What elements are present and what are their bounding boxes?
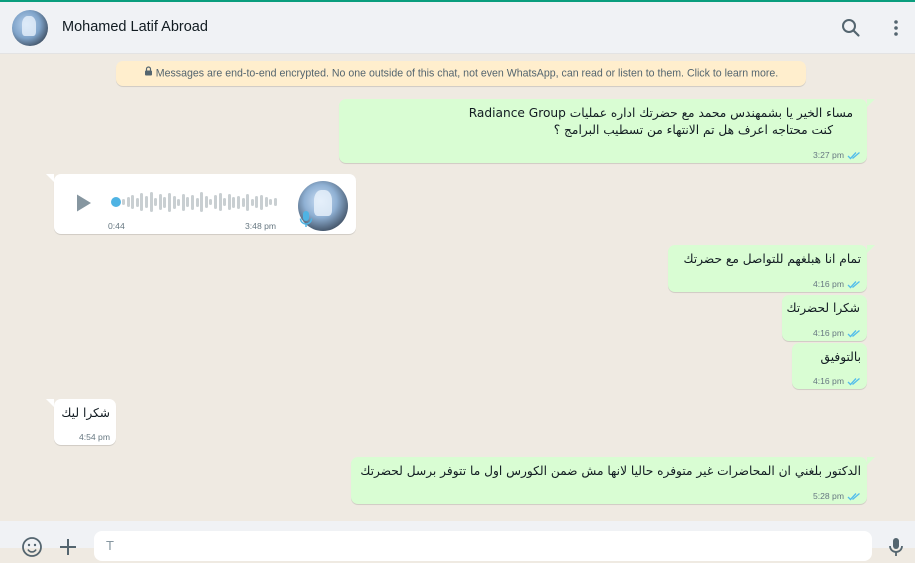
bubble-tail — [46, 399, 54, 407]
mic-icon — [299, 211, 313, 227]
menu-dots-icon[interactable] — [884, 16, 908, 40]
message-text-line: شكرا ليك — [61, 406, 110, 420]
play-icon[interactable] — [72, 192, 94, 214]
message-bubble-outgoing[interactable]: تمام انا هبلغهم للتواصل مع حضرتك 4:16 pm — [668, 245, 867, 292]
mic-icon[interactable] — [884, 535, 908, 559]
waveform-bar — [209, 199, 213, 205]
waveform-bar — [135, 197, 139, 207]
message-meta: 4:16 pm — [813, 328, 861, 338]
waveform-bar — [260, 194, 263, 210]
message-text-line: الدكتور بلغني ان المحاضرات غير متوفره حا… — [360, 464, 861, 478]
waveform-bar — [264, 197, 268, 207]
waveform-bar — [186, 197, 190, 207]
message-time: 4:16 pm — [812, 328, 844, 338]
message-time: 3:27 pm — [812, 150, 844, 160]
bubble-tail — [867, 457, 875, 465]
read-ticks-icon — [847, 377, 860, 385]
waveform-bar — [204, 196, 208, 208]
waveform-bar — [255, 196, 259, 208]
bubble-tail — [867, 99, 875, 107]
message-time: 4:54 pm — [78, 432, 110, 442]
message-text-line: شكرا لحضرتك — [786, 301, 860, 315]
message-meta: 3:27 pm — [813, 150, 861, 160]
waveform-bar — [131, 195, 135, 209]
waveform-bar — [191, 194, 194, 210]
waveform-bar — [149, 192, 153, 212]
message-text-line: تمام انا هبلغهم للتواصل مع حضرتك — [683, 252, 862, 266]
waveform-bar — [195, 197, 199, 207]
waveform-bar — [168, 192, 171, 212]
read-ticks-icon — [847, 329, 860, 337]
search-icon[interactable] — [839, 16, 863, 40]
message-time: 4:16 pm — [812, 279, 844, 289]
message-time: 5:28 pm — [812, 491, 844, 501]
waveform-bar — [250, 198, 254, 206]
message-bubble-outgoing[interactable]: الدكتور بلغني ان المحاضرات غير متوفره حا… — [351, 457, 867, 504]
message-time: 4:16 pm — [812, 376, 844, 386]
waveform-bar — [241, 197, 245, 207]
voice-duration: 0:44 — [108, 221, 125, 231]
waveform-bar — [140, 193, 144, 211]
waveform-bar — [163, 196, 167, 208]
waveform-bar — [126, 197, 130, 207]
read-ticks-icon — [847, 492, 860, 500]
waveform-bar — [158, 194, 162, 210]
waveform-bar — [227, 194, 231, 210]
message-text-line: كنت محتاجه اعرف هل تم الانتهاء من تسطيب … — [553, 123, 833, 137]
waveform-bar — [145, 196, 148, 208]
message-text-line: مساء الخير يا بشمهندس محمد مع حضرتك ادار… — [468, 106, 853, 120]
waveform-bar — [181, 193, 185, 211]
voice-message-bubble[interactable]: 0:44 3:48 pm — [54, 174, 356, 234]
contact-avatar[interactable] — [12, 10, 48, 46]
waveform-bar — [273, 198, 277, 206]
message-bubble-outgoing[interactable]: مساء الخير يا بشمهندس محمد مع حضرتك ادار… — [339, 99, 867, 163]
chat-header: Mohamed Latif Abroad — [0, 2, 915, 54]
waveform-bar — [122, 199, 125, 205]
message-bubble-outgoing[interactable]: شكرا لحضرتك 4:16 pm — [782, 295, 867, 341]
waveform-bar — [223, 198, 227, 206]
voice-waveform[interactable] — [122, 190, 282, 214]
waveform-bar — [237, 195, 240, 209]
message-meta: 4:16 pm — [813, 376, 861, 386]
waveform-bar — [218, 193, 222, 211]
waveform-bar — [154, 198, 158, 206]
message-meta: 5:28 pm — [813, 491, 861, 501]
message-meta: 4:16 pm — [813, 279, 861, 289]
message-bubble-outgoing[interactable]: بالتوفيق 4:16 pm — [792, 343, 867, 389]
waveform-bar — [246, 193, 250, 211]
chat-area: Messages are end-to-end encrypted. No on… — [0, 55, 915, 521]
waveform-bar — [200, 192, 204, 212]
contact-name[interactable]: Mohamed Latif Abroad — [62, 19, 208, 35]
emoji-icon[interactable] — [20, 535, 44, 559]
message-time: 3:48 pm — [245, 221, 277, 231]
waveform-bar — [177, 198, 181, 206]
message-meta: 4:54 pm — [79, 432, 110, 442]
lock-icon — [144, 61, 153, 86]
encryption-notice[interactable]: Messages are end-to-end encrypted. No on… — [116, 61, 806, 86]
attach-plus-icon[interactable] — [56, 535, 80, 559]
encryption-notice-text: Messages are end-to-end encrypted. No on… — [155, 67, 779, 80]
waveform-bar — [269, 199, 273, 205]
compose-bar: T — [0, 521, 915, 561]
bubble-tail — [46, 174, 54, 182]
message-text-line: بالتوفيق — [820, 350, 861, 364]
read-ticks-icon — [847, 151, 860, 159]
waveform-bar — [232, 196, 236, 208]
waveform-bar — [214, 195, 217, 209]
message-input[interactable]: T — [94, 531, 872, 561]
message-bubble-incoming[interactable]: شكرا ليك 4:54 pm — [54, 399, 116, 445]
read-ticks-icon — [847, 280, 860, 288]
waveform-bar — [172, 195, 176, 209]
voice-progress-dot[interactable] — [111, 197, 121, 207]
bubble-tail — [867, 245, 875, 253]
